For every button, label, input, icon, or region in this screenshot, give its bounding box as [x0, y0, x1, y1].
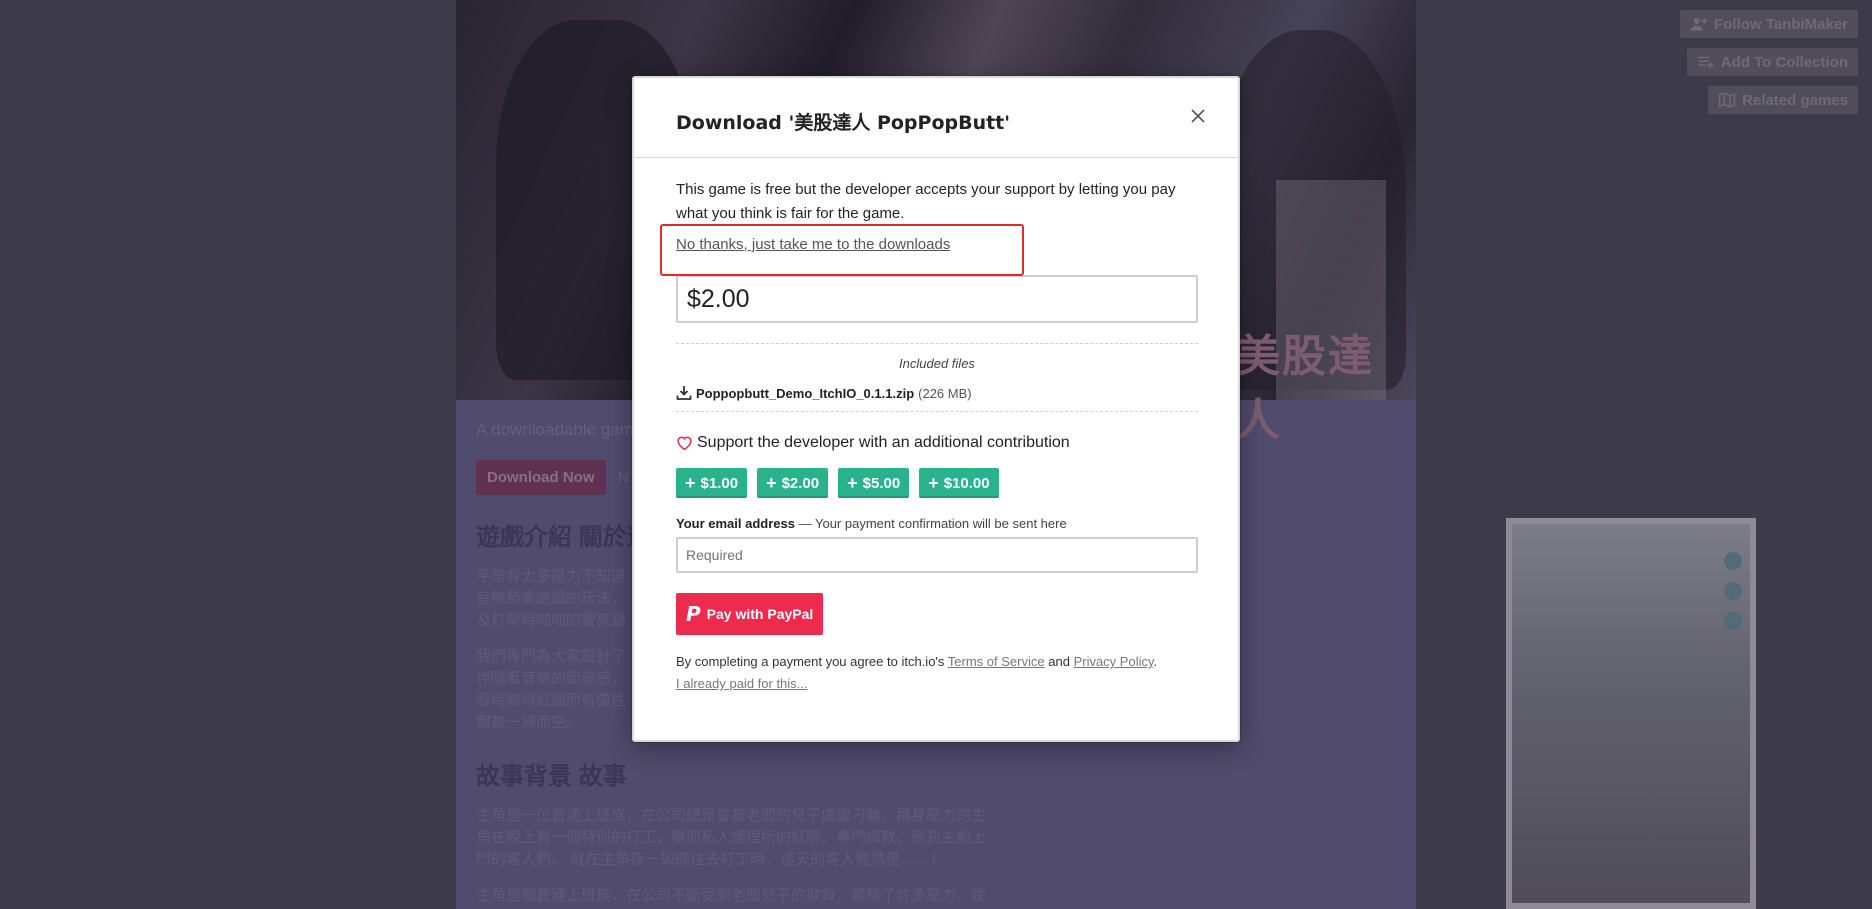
plus-icon: + — [847, 473, 858, 493]
support-developer-row: Support the developer with an additional… — [676, 434, 1198, 452]
email-field[interactable] — [676, 537, 1198, 573]
no-thanks-downloads-link[interactable]: No thanks, just take me to the downloads — [676, 236, 1198, 253]
price-input[interactable] — [676, 275, 1198, 323]
contribution-amounts: + $1.00 + $2.00 + $5.00 + $10.00 — [676, 468, 1198, 498]
add-amount-button[interactable]: + $10.00 — [919, 468, 999, 498]
file-row: Poppopbutt_Demo_ItchIO_0.1.1.zip (226 MB… — [676, 385, 1198, 401]
included-files-label: Included files — [899, 356, 975, 371]
email-label: Your email address — Your payment confir… — [676, 516, 1067, 531]
paypal-icon: P — [686, 602, 701, 626]
download-modal: Download '美股達人 PopPopButt' This game is … — [632, 76, 1240, 742]
divider — [676, 343, 1198, 344]
terms-of-service-link[interactable]: Terms of Service — [948, 654, 1045, 669]
close-button[interactable] — [1186, 104, 1210, 128]
legal-notice: By completing a payment you agree to itc… — [676, 651, 1198, 695]
email-hint: — Your payment confirmation will be sent… — [798, 516, 1067, 531]
modal-header: Download '美股達人 PopPopButt' — [634, 78, 1238, 158]
pay-with-paypal-button[interactable]: P Pay with PayPal — [676, 593, 824, 635]
add-amount-button[interactable]: + $5.00 — [838, 468, 910, 498]
plus-icon: + — [766, 473, 777, 493]
support-text: Support the developer with an additional… — [697, 434, 1070, 451]
add-amount-button[interactable]: + $2.00 — [757, 468, 829, 498]
already-paid-link[interactable]: I already paid for this... — [676, 673, 1198, 695]
download-icon — [676, 386, 692, 400]
add-amount-button[interactable]: + $1.00 — [676, 468, 748, 498]
modal-title: Download '美股達人 PopPopButt' — [676, 112, 1011, 134]
plus-icon: + — [685, 473, 696, 493]
file-size: (226 MB) — [918, 385, 972, 401]
heart-icon — [677, 436, 692, 451]
privacy-policy-link[interactable]: Privacy Policy — [1074, 654, 1154, 669]
plus-icon: + — [928, 473, 939, 493]
file-name: Poppopbutt_Demo_ItchIO_0.1.1.zip — [696, 385, 915, 401]
free-game-notice: This game is free but the developer acce… — [676, 181, 1176, 222]
divider — [676, 411, 1198, 412]
close-icon — [1191, 109, 1205, 123]
modal-body: This game is free but the developer acce… — [660, 178, 1198, 695]
